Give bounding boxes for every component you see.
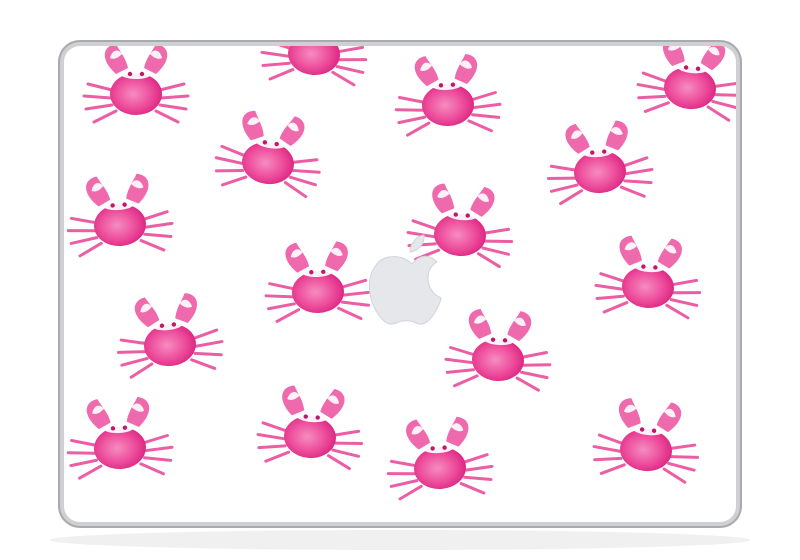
laptop-skin-illustration xyxy=(50,40,750,550)
laptop-product-image xyxy=(0,0,800,560)
laptop-shadow xyxy=(50,530,750,550)
